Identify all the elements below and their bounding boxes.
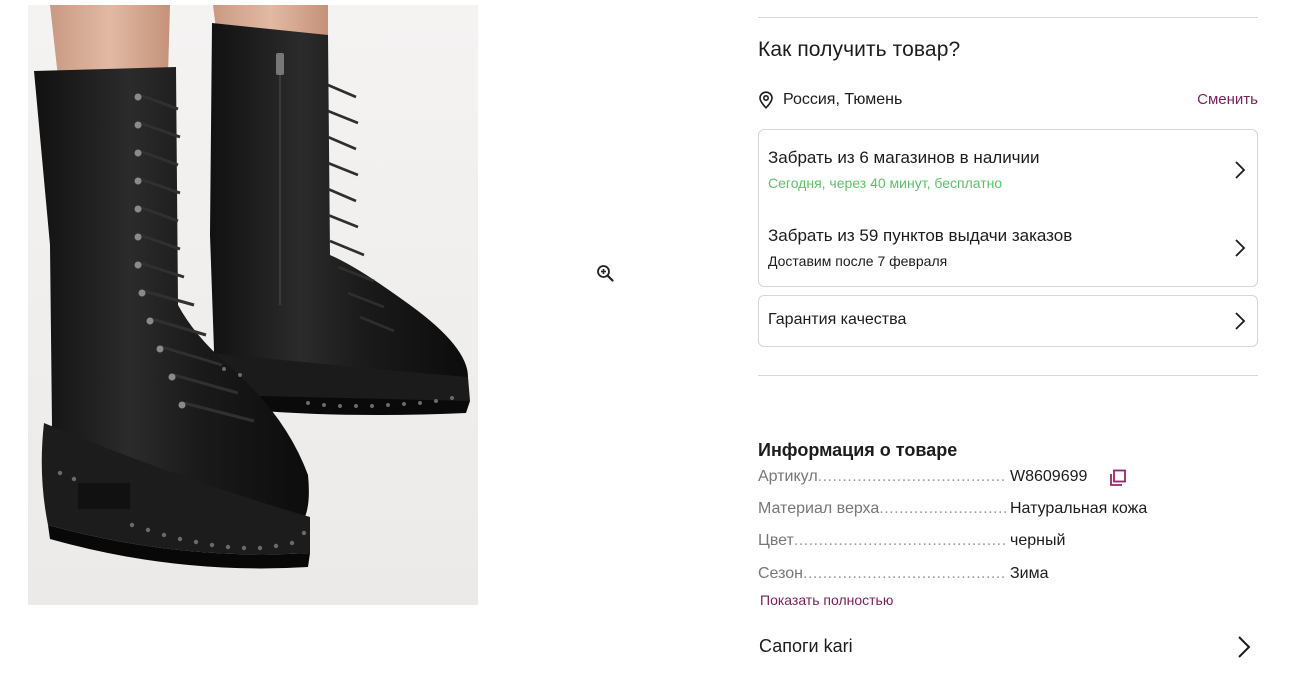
quality-guarantee-label: Гарантия качества xyxy=(768,311,907,328)
spec-key: Цвет xyxy=(758,532,1006,550)
location-text: Россия, Тюмень xyxy=(783,91,903,108)
map-pin-icon xyxy=(759,91,773,109)
change-location-link[interactable]: Сменить xyxy=(1197,91,1258,108)
pickup-options-card: Забрать из 6 магазинов в наличии Сегодня… xyxy=(758,129,1258,287)
spec-value: Натуральная кожа xyxy=(1010,500,1148,517)
pickup-stores-option[interactable]: Забрать из 6 магазинов в наличии Сегодня… xyxy=(759,138,1257,202)
spec-value: Зима xyxy=(1010,565,1049,582)
product-info-title: Информация о товаре xyxy=(758,440,958,460)
option-subtitle: Доставим после 7 февраля xyxy=(768,253,948,269)
spec-row-color: Цвет черный xyxy=(758,532,1258,554)
section-divider xyxy=(758,375,1258,376)
chevron-right-icon xyxy=(1238,636,1251,658)
option-title: Забрать из 6 магазинов в наличии xyxy=(768,148,1040,167)
product-image[interactable] xyxy=(28,5,478,605)
brand-link-row[interactable]: Сапоги kari xyxy=(758,630,1258,664)
chevron-right-icon xyxy=(1235,161,1246,179)
spec-key: Сезон xyxy=(758,565,1006,583)
spec-row-material: Материал верха Натуральная кожа xyxy=(758,500,1258,522)
spec-value: черный xyxy=(1010,532,1066,549)
delivery-title: Как получить товар? xyxy=(758,38,961,61)
quality-guarantee-card[interactable]: Гарантия качества xyxy=(758,295,1258,347)
option-subtitle: Сегодня, через 40 минут, бесплатно xyxy=(768,175,1003,191)
spec-row-article: Артикул W8609699 xyxy=(758,468,1258,490)
chevron-right-icon xyxy=(1235,239,1246,257)
brand-label: Сапоги kari xyxy=(759,636,853,656)
boots-illustration xyxy=(28,5,478,605)
spec-value: W8609699 xyxy=(1010,468,1088,485)
spec-key: Артикул xyxy=(758,468,1006,486)
location-row: Россия, Тюмень Сменить xyxy=(758,89,1258,111)
show-all-link[interactable]: Показать полностью xyxy=(760,592,893,608)
pickup-points-option[interactable]: Забрать из 59 пунктов выдачи заказов Дос… xyxy=(759,216,1257,280)
chevron-right-icon xyxy=(1235,312,1246,330)
zoom-in-icon[interactable] xyxy=(596,264,614,282)
spec-key: Материал верха xyxy=(758,500,1006,518)
option-title: Забрать из 59 пунктов выдачи заказов xyxy=(768,226,1073,245)
copy-icon[interactable] xyxy=(1109,469,1127,487)
spec-row-season: Сезон Зима xyxy=(758,565,1258,587)
top-divider xyxy=(758,17,1258,18)
